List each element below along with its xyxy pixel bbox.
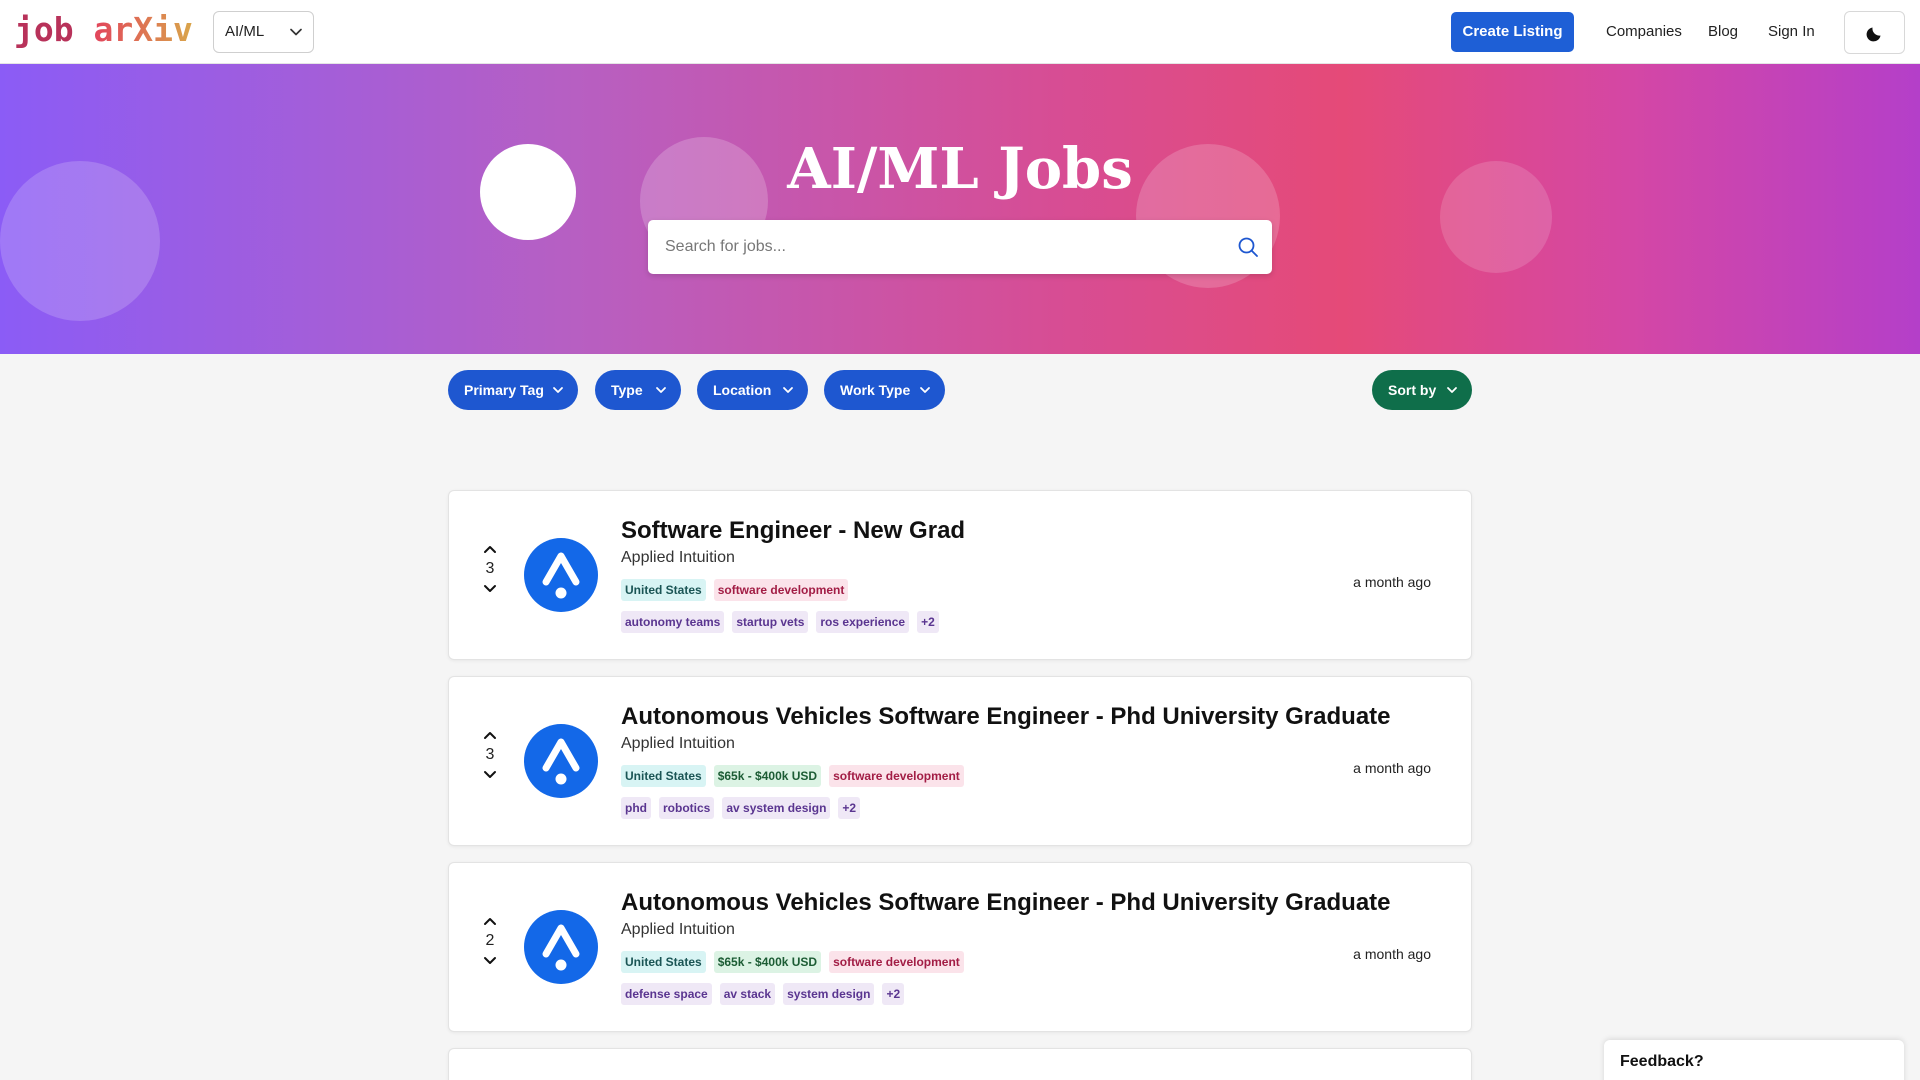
downvote-chevron-icon[interactable]: [482, 767, 498, 783]
company-name[interactable]: Applied Intuition: [621, 549, 735, 567]
category-tag: software development: [829, 951, 964, 973]
vote-count: 3: [485, 746, 495, 763]
top-navbar: job arXiv AI/ML Create Listing Companies…: [0, 0, 1920, 64]
more-tags-count[interactable]: +2: [838, 797, 861, 819]
upvote-chevron-icon[interactable]: [482, 727, 498, 743]
chevron-down-icon: [553, 387, 563, 393]
primary-tags: United States $65k - $400k USD software …: [621, 765, 964, 787]
keyword-tag: startup vets: [732, 611, 809, 633]
filter-location[interactable]: Location: [697, 370, 808, 410]
search-placeholder: Search for jobs...: [665, 238, 786, 255]
page-title: AI/ML Jobs: [787, 136, 1133, 202]
feedback-widget[interactable]: Feedback?: [1604, 1040, 1904, 1080]
chevron-down-icon: [290, 28, 302, 36]
moon-icon: [1866, 27, 1881, 42]
vote-control: 3: [475, 727, 505, 783]
primary-tags: United States software development: [621, 579, 849, 601]
keyword-tag: defense space: [621, 983, 712, 1005]
job-title[interactable]: Autonomous Vehicles Software Engineer - …: [621, 703, 1391, 731]
sort-by-dropdown[interactable]: Sort by: [1372, 370, 1472, 410]
company-name[interactable]: Applied Intuition: [621, 921, 735, 939]
category-tag: software development: [713, 579, 849, 601]
site-logo[interactable]: job arXiv: [14, 10, 193, 49]
job-card-partial[interactable]: [448, 1048, 1472, 1080]
primary-tags: United States $65k - $400k USD software …: [621, 951, 964, 973]
company-logo: [524, 724, 598, 798]
salary-tag: $65k - $400k USD: [713, 765, 822, 787]
chevron-down-icon: [920, 387, 930, 393]
vote-control: 3: [475, 541, 505, 597]
hero-banner: AI/ML Jobs Search for jobs...: [0, 64, 1920, 354]
company-logo: [524, 910, 598, 984]
job-card[interactable]: 3 Software Engineer - New Grad Applied I…: [448, 490, 1472, 660]
keyword-tag: ros experience: [816, 611, 910, 633]
applied-intuition-logo-icon: [542, 738, 580, 785]
company-logo: [524, 538, 598, 612]
theme-toggle-button[interactable]: [1844, 11, 1905, 54]
keyword-tags: defense space av stack system design +2: [621, 983, 905, 1005]
keyword-tag: autonomy teams: [621, 611, 725, 633]
applied-intuition-logo-icon: [542, 552, 580, 599]
more-tags-count[interactable]: +2: [882, 983, 905, 1005]
applied-intuition-logo-icon: [542, 924, 580, 971]
filter-label: Type: [611, 382, 643, 398]
job-card[interactable]: 3 Autonomous Vehicles Software Engineer …: [448, 676, 1472, 846]
keyword-tag: phd: [621, 797, 651, 819]
upvote-chevron-icon[interactable]: [482, 913, 498, 929]
company-name[interactable]: Applied Intuition: [621, 735, 735, 753]
keyword-tag: av stack: [719, 983, 776, 1005]
job-card[interactable]: 2 Autonomous Vehicles Software Engineer …: [448, 862, 1472, 1032]
sort-label: Sort by: [1388, 382, 1437, 398]
category-select[interactable]: AI/ML: [213, 11, 314, 53]
chevron-down-icon: [783, 387, 793, 393]
job-title[interactable]: Autonomous Vehicles Software Engineer - …: [621, 889, 1391, 917]
keyword-tag: av system design: [722, 797, 831, 819]
logo-text-arxiv: arXiv: [93, 10, 193, 49]
filter-label: Work Type: [840, 382, 911, 398]
downvote-chevron-icon[interactable]: [482, 581, 498, 597]
posted-time: a month ago: [1353, 760, 1431, 776]
nav-link-sign-in[interactable]: Sign In: [1768, 12, 1815, 52]
location-tag: United States: [621, 951, 706, 973]
filter-type[interactable]: Type: [595, 370, 681, 410]
logo-text-job: job: [14, 10, 74, 49]
posted-time: a month ago: [1353, 946, 1431, 962]
nav-link-blog[interactable]: Blog: [1708, 12, 1738, 52]
vote-count: 2: [485, 932, 495, 949]
salary-tag: $65k - $400k USD: [713, 951, 822, 973]
chevron-down-icon: [1447, 387, 1457, 393]
keyword-tags: phd robotics av system design +2: [621, 797, 861, 819]
more-tags-count[interactable]: +2: [917, 611, 939, 633]
job-title[interactable]: Software Engineer - New Grad: [621, 517, 965, 545]
posted-time: a month ago: [1353, 574, 1431, 590]
filter-label: Location: [713, 382, 772, 398]
search-icon[interactable]: [1237, 236, 1259, 258]
keyword-tag: system design: [783, 983, 875, 1005]
vote-count: 3: [485, 560, 495, 577]
job-search-input[interactable]: Search for jobs...: [648, 220, 1272, 274]
filter-label: Primary Tag: [464, 382, 544, 398]
keyword-tag: robotics: [659, 797, 715, 819]
category-tag: software development: [829, 765, 964, 787]
downvote-chevron-icon[interactable]: [482, 953, 498, 969]
filter-work-type[interactable]: Work Type: [824, 370, 945, 410]
create-listing-button[interactable]: Create Listing: [1451, 12, 1574, 52]
location-tag: United States: [621, 579, 706, 601]
nav-link-companies[interactable]: Companies: [1606, 12, 1682, 52]
category-select-value: AI/ML: [225, 23, 265, 40]
keyword-tags: autonomy teams startup vets ros experien…: [621, 611, 939, 633]
filter-primary-tag[interactable]: Primary Tag: [448, 370, 578, 410]
chevron-down-icon: [656, 387, 666, 393]
vote-control: 2: [475, 913, 505, 969]
location-tag: United States: [621, 765, 706, 787]
upvote-chevron-icon[interactable]: [482, 541, 498, 557]
